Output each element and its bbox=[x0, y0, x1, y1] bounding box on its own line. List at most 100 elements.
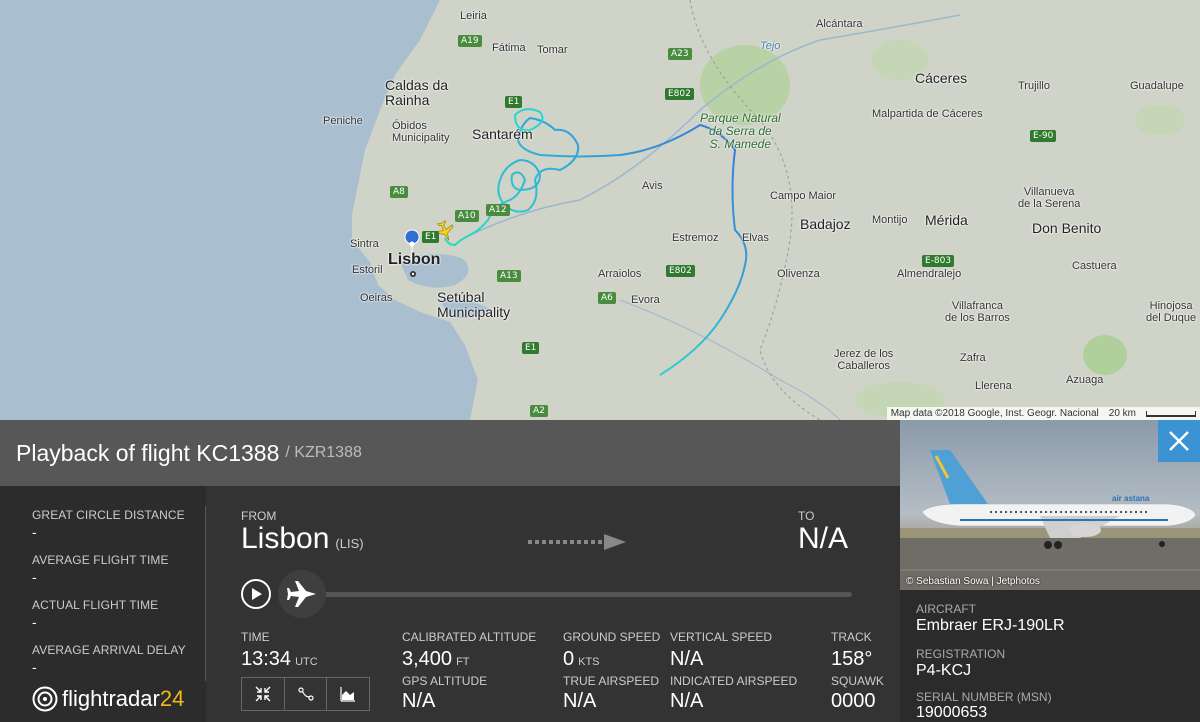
registration-value[interactable]: P4-KCJ bbox=[916, 662, 971, 680]
place-sintra: Sintra bbox=[350, 238, 379, 250]
place-fatima: Fátima bbox=[492, 42, 526, 54]
aircraft-image: air astana bbox=[900, 450, 1200, 590]
route-arrow-icon bbox=[528, 534, 626, 550]
to-label: TO bbox=[798, 509, 815, 523]
map-terrain bbox=[0, 0, 1185, 420]
road-shield: E1 bbox=[422, 231, 440, 243]
indicated-airspeed-value: N/A bbox=[670, 690, 704, 712]
graph-icon bbox=[340, 687, 356, 702]
time-value: 13:34 UTC bbox=[241, 648, 318, 671]
map[interactable]: Leiria Fátima Tomar Caldas da Rainha Pen… bbox=[0, 0, 1200, 420]
place-llerena: Llerena bbox=[975, 380, 1012, 392]
squawk-label: SQUAWK bbox=[831, 674, 884, 688]
serial-label: SERIAL NUMBER (MSN) bbox=[916, 690, 1052, 704]
livery-text: air astana bbox=[1112, 494, 1150, 503]
close-icon bbox=[1169, 431, 1189, 451]
registration-label: REGISTRATION bbox=[916, 647, 1006, 661]
actual-flight-time-label: ACTUAL FLIGHT TIME bbox=[32, 598, 159, 612]
aircraft-photo[interactable]: air astana © Sebastian Sowa | Jetphotos bbox=[900, 420, 1200, 590]
time-number: 13:34 bbox=[241, 648, 292, 670]
time-label: TIME bbox=[241, 630, 270, 644]
place-campo-maior: Campo Maior bbox=[770, 190, 837, 202]
route-view-button[interactable] bbox=[285, 678, 328, 710]
indicated-airspeed-label: INDICATED AIRSPEED bbox=[670, 674, 798, 688]
place-don-benito: Don Benito bbox=[1032, 220, 1102, 236]
flightradar24-logo[interactable]: flightradar 24 bbox=[32, 686, 184, 712]
cal-alt-value: 3,400 FT bbox=[402, 648, 470, 671]
logo-text: flightradar bbox=[62, 686, 160, 711]
radar-icon bbox=[32, 686, 58, 712]
road-shield: A12 bbox=[486, 204, 510, 216]
timeline-handle[interactable] bbox=[278, 570, 326, 618]
place-zafra: Zafra bbox=[960, 352, 986, 364]
actual-flight-time-value: - bbox=[32, 614, 37, 630]
place-elvas: Elvas bbox=[742, 232, 769, 244]
place-caldas: Caldas da Rainha bbox=[385, 77, 449, 108]
great-circle-value: - bbox=[32, 524, 37, 540]
vertical-speed-value: N/A bbox=[670, 648, 704, 670]
origin-city: Lisbon bbox=[241, 522, 330, 555]
place-jerez: Jerez de los Caballeros bbox=[834, 348, 894, 372]
place-hinojosa: Hinojosa del Duque bbox=[1146, 300, 1197, 324]
place-setubal: Setúbal Municipality bbox=[437, 289, 511, 320]
arrival-delay-label: AVERAGE ARRIVAL DELAY bbox=[32, 643, 186, 657]
road-shield: A23 bbox=[668, 48, 692, 60]
vertical-speed-label: VERTICAL SPEED bbox=[670, 630, 773, 644]
ground-speed-value: 0 KTS bbox=[563, 648, 600, 671]
road-shield: E-90 bbox=[1030, 130, 1057, 142]
river-tejo: Tejo bbox=[760, 40, 781, 52]
place-avis: Avis bbox=[642, 180, 663, 192]
place-evora: Evora bbox=[631, 294, 660, 306]
place-tomar: Tomar bbox=[537, 44, 568, 56]
gps-alt-value: N/A bbox=[402, 690, 436, 712]
callsign: / KZR1388 bbox=[285, 444, 362, 461]
logo-number: 24 bbox=[159, 686, 185, 711]
road-shield: E-803 bbox=[922, 255, 955, 267]
airplane-icon bbox=[287, 581, 316, 607]
place-caceres: Cáceres bbox=[915, 70, 968, 86]
aircraft-model: Embraer ERJ-190LR bbox=[916, 617, 1065, 634]
view-toolbar bbox=[241, 677, 370, 711]
place-oeiras: Oeiras bbox=[360, 292, 393, 304]
place-olivenza: Olivenza bbox=[777, 268, 820, 280]
flight-title: Playback of flight KC1388 bbox=[16, 439, 280, 466]
photo-credit: © Sebastian Sowa | Jetphotos bbox=[906, 576, 1040, 587]
time-unit: UTC bbox=[295, 656, 318, 668]
graph-view-button[interactable] bbox=[327, 678, 369, 710]
fit-view-button[interactable] bbox=[242, 678, 285, 710]
place-montijo: Montijo bbox=[872, 214, 908, 226]
track-value: 158° bbox=[831, 648, 873, 670]
flight-playback-screen: Leiria Fátima Tomar Caldas da Rainha Pen… bbox=[0, 0, 1200, 722]
place-guadalupe: Guadalupe bbox=[1130, 80, 1184, 92]
close-button[interactable] bbox=[1158, 420, 1200, 462]
place-peniche: Peniche bbox=[323, 115, 363, 127]
divider bbox=[205, 506, 206, 681]
true-airspeed-value: N/A bbox=[563, 690, 597, 712]
route-path-icon bbox=[297, 687, 314, 701]
road-shield: A6 bbox=[598, 292, 616, 304]
serial-value: 19000653 bbox=[916, 704, 988, 721]
place-villafranca: Villafranca de los Barros bbox=[945, 300, 1010, 324]
origin[interactable]: Lisbon (LIS) bbox=[241, 522, 364, 556]
cal-alt-unit: FT bbox=[456, 656, 470, 668]
place-alcantara: Alcántara bbox=[816, 18, 863, 30]
place-azuaga: Azuaga bbox=[1066, 374, 1104, 386]
road-shield: E802 bbox=[665, 88, 694, 100]
place-badajoz: Badajoz bbox=[800, 216, 851, 232]
track-label: TRACK bbox=[831, 630, 872, 644]
place-obidos: Óbidos Municipality bbox=[392, 120, 450, 144]
road-shield: E802 bbox=[666, 265, 695, 277]
playback-timeline[interactable] bbox=[320, 592, 852, 597]
road-shield: E1 bbox=[522, 342, 540, 354]
flight-track bbox=[444, 116, 748, 376]
cal-alt-number: 3,400 bbox=[402, 648, 453, 670]
place-castuera: Castuera bbox=[1072, 260, 1117, 272]
place-santarem: Santarém bbox=[472, 126, 533, 142]
ground-speed-unit: KTS bbox=[578, 656, 600, 668]
place-malpartida: Malpartida de Cáceres bbox=[872, 108, 983, 120]
cal-alt-label: CALIBRATED ALTITUDE bbox=[402, 630, 537, 644]
play-button[interactable] bbox=[241, 579, 271, 609]
road-shield: A2 bbox=[530, 405, 548, 417]
road-shield: A13 bbox=[497, 270, 521, 282]
place-almendralejo: Almendralejo bbox=[897, 268, 962, 280]
